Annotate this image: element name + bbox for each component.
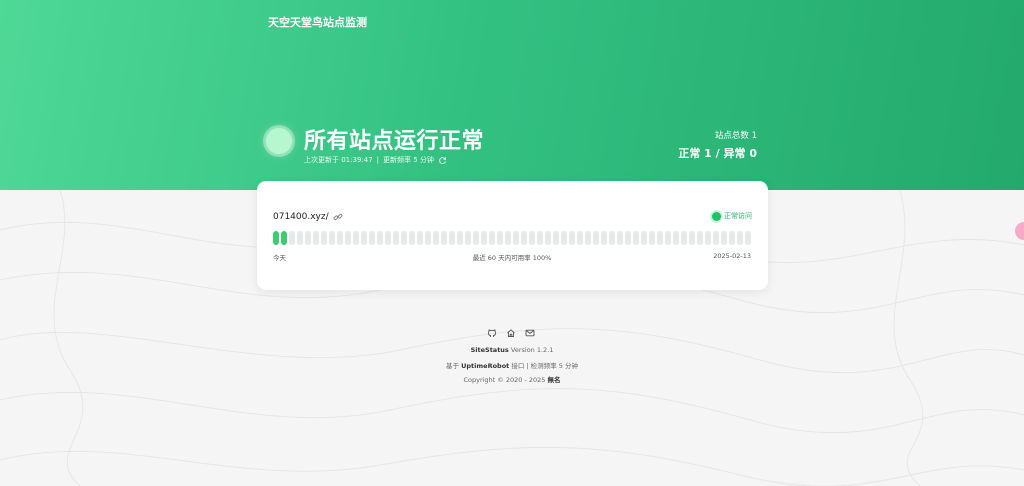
site-title[interactable]: 天空天堂鸟站点监测 (268, 14, 367, 30)
uptime-summary: 最近 60 天内可用率 100% (472, 254, 552, 262)
uptime-day-bar[interactable] (377, 231, 383, 245)
uptime-day-bar[interactable] (393, 231, 399, 245)
uptime-day-bar[interactable] (385, 231, 391, 245)
uptime-day-bar[interactable] (553, 231, 559, 245)
api-link[interactable]: UptimeRobot (461, 362, 509, 370)
footer-api: 基于 UptimeRobot 接口 | 检测频率 5 分钟 (0, 360, 1024, 370)
uptime-day-bar[interactable] (705, 231, 711, 245)
uptime-bars (273, 231, 751, 245)
status-text: 正常访问 (724, 212, 752, 220)
uptime-day-bar[interactable] (609, 231, 615, 245)
uptime-day-bar[interactable] (305, 231, 311, 245)
uptime-day-bar[interactable] (561, 231, 567, 245)
uptime-day-bar[interactable] (353, 231, 359, 245)
status-dot (712, 211, 721, 221)
refresh-icon[interactable] (438, 156, 447, 165)
uptime-day-bar[interactable] (577, 231, 583, 245)
author-link[interactable]: 無名 (548, 376, 561, 384)
link-icon[interactable] (333, 212, 343, 222)
app-name[interactable]: SiteStatus (471, 346, 509, 354)
update-frequency-text: 更新频率 5 分钟 (383, 156, 434, 164)
uptime-day-bar[interactable] (345, 231, 351, 245)
uptime-day-bar[interactable] (489, 231, 495, 245)
uptime-day-bar[interactable] (321, 231, 327, 245)
github-icon[interactable] (487, 328, 497, 338)
uptime-day-bar[interactable] (481, 231, 487, 245)
uptime-end-date: 2025-02-13 (713, 252, 751, 260)
footer-links (487, 328, 535, 338)
uptime-day-bar[interactable] (697, 231, 703, 245)
uptime-day-bar[interactable] (361, 231, 367, 245)
uptime-day-bar[interactable] (417, 231, 423, 245)
mail-icon[interactable] (525, 328, 535, 338)
uptime-day-bar[interactable] (449, 231, 455, 245)
overall-status-indicator (266, 128, 292, 154)
uptime-day-bar[interactable] (505, 231, 511, 245)
uptime-day-bar[interactable] (313, 231, 319, 245)
uptime-day-bar[interactable] (545, 231, 551, 245)
home-icon[interactable] (506, 328, 516, 338)
uptime-day-bar[interactable] (641, 231, 647, 245)
page-title: 所有站点运行正常 (304, 129, 485, 154)
uptime-day-bar[interactable] (273, 231, 279, 245)
uptime-day-bar[interactable] (473, 231, 479, 245)
uptime-day-bar[interactable] (281, 231, 287, 245)
uptime-day-bar[interactable] (497, 231, 503, 245)
uptime-day-bar[interactable] (337, 231, 343, 245)
footer-version: SiteStatus Version 1.2.1 (0, 346, 1024, 354)
uptime-day-bar[interactable] (585, 231, 591, 245)
uptime-day-bar[interactable] (657, 231, 663, 245)
site-total-label: 站点总数 1 (714, 131, 757, 141)
uptime-day-bar[interactable] (721, 231, 727, 245)
uptime-day-bar[interactable] (457, 231, 463, 245)
uptime-day-bar[interactable] (681, 231, 687, 245)
uptime-day-bar[interactable] (737, 231, 743, 245)
uptime-day-bar[interactable] (465, 231, 471, 245)
uptime-day-bar[interactable] (665, 231, 671, 245)
uptime-day-bar[interactable] (521, 231, 527, 245)
uptime-day-bar[interactable] (529, 231, 535, 245)
uptime-day-bar[interactable] (297, 231, 303, 245)
status-badge: 正常访问 (712, 211, 752, 221)
api-suffix: 接口 | 检测频率 5 分钟 (511, 362, 578, 370)
monitor-name-text: 071400.xyz/ (273, 212, 329, 222)
uptime-day-bar[interactable] (289, 231, 295, 245)
uptime-day-bar[interactable] (745, 231, 751, 245)
uptime-day-bar[interactable] (433, 231, 439, 245)
uptime-day-bar[interactable] (329, 231, 335, 245)
uptime-day-bar[interactable] (425, 231, 431, 245)
uptime-day-bar[interactable] (569, 231, 575, 245)
uptime-day-bar[interactable] (513, 231, 519, 245)
copyright-text: Copyright © 2020 - 2025 (463, 376, 546, 384)
uptime-day-bar[interactable] (625, 231, 631, 245)
uptime-day-bar[interactable] (729, 231, 735, 245)
api-prefix: 基于 (446, 362, 460, 370)
uptime-day-bar[interactable] (689, 231, 695, 245)
hero-banner: 天空天堂鸟站点监测 所有站点运行正常 上次更新于 01:39:47 | 更新频率… (0, 0, 1024, 190)
monitor-name: 071400.xyz/ (273, 212, 343, 222)
site-status-summary: 正常 1 / 异常 0 (678, 147, 757, 160)
uptime-day-bar[interactable] (649, 231, 655, 245)
uptime-day-bar[interactable] (617, 231, 623, 245)
footer-copyright: Copyright © 2020 - 2025 無名 (0, 374, 1024, 384)
uptime-day-bar[interactable] (401, 231, 407, 245)
uptime-day-bar[interactable] (409, 231, 415, 245)
update-info: 上次更新于 01:39:47 | 更新频率 5 分钟 (304, 155, 447, 165)
uptime-day-bar[interactable] (369, 231, 375, 245)
uptime-day-bar[interactable] (673, 231, 679, 245)
uptime-day-bar[interactable] (537, 231, 543, 245)
monitor-card: 071400.xyz/ 正常访问 今天 最近 60 天内可用率 100% 202… (257, 181, 768, 290)
app-version: Version 1.2.1 (510, 346, 554, 354)
uptime-day-bar[interactable] (633, 231, 639, 245)
separator: | (376, 156, 380, 164)
uptime-day-bar[interactable] (601, 231, 607, 245)
uptime-day-bar[interactable] (441, 231, 447, 245)
uptime-day-bar[interactable] (593, 231, 599, 245)
last-updated-text: 上次更新于 01:39:47 (304, 156, 373, 164)
uptime-day-bar[interactable] (713, 231, 719, 245)
